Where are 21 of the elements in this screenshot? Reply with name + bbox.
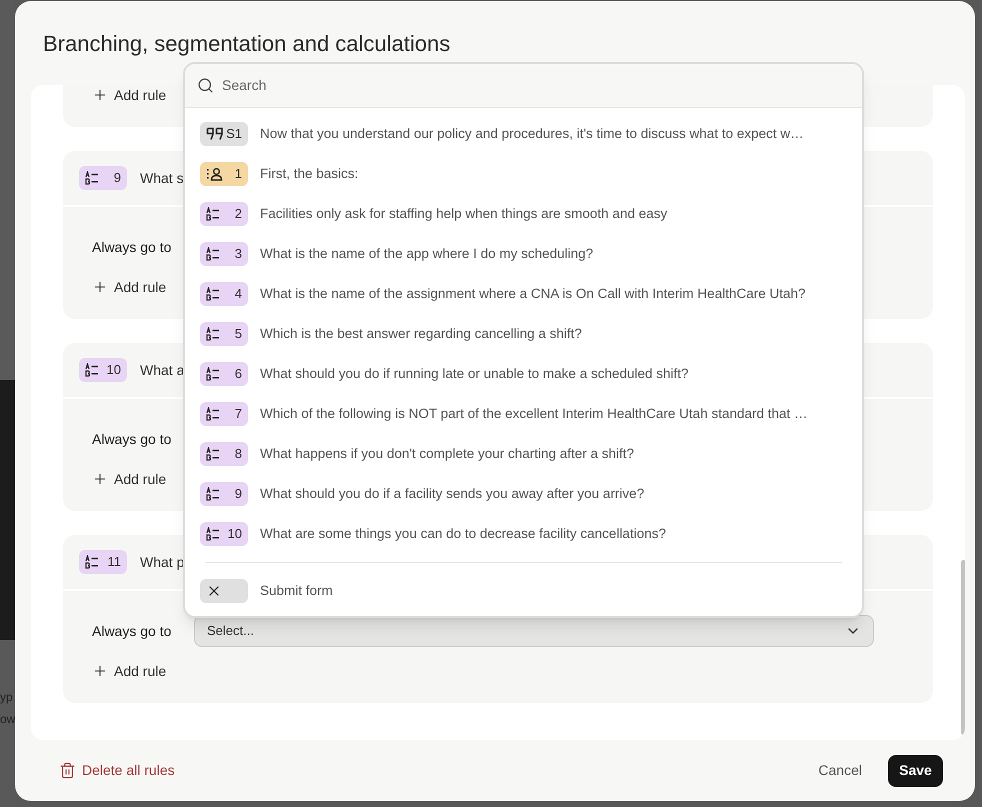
question-badge: 11 <box>79 550 127 574</box>
question-badge: 9 <box>79 166 127 190</box>
question-badge: 5 <box>200 322 248 346</box>
always-go-to-label: Always go to <box>92 430 172 449</box>
always-go-to-label: Always go to <box>92 238 172 257</box>
question-badge: 10 <box>200 522 248 546</box>
question-badge: 6 <box>200 362 248 386</box>
question-badge: 4 <box>200 282 248 306</box>
always-go-to-label: Always go to <box>92 622 172 641</box>
dialog-title: Branching, segmentation and calculations <box>43 30 450 58</box>
question-badge: 8 <box>200 442 248 466</box>
question-badge: 9 <box>200 482 248 506</box>
question-title: What s <box>140 168 184 188</box>
question-badge: 1 <box>200 162 248 186</box>
background-text: ow <box>0 711 15 728</box>
question-badge: 3 <box>200 242 248 266</box>
question-badge: S1 <box>200 122 248 146</box>
background-text: yp <box>0 689 14 706</box>
question-badge: 10 <box>79 358 127 382</box>
question-badge: 2 <box>200 202 248 226</box>
question-badge: 7 <box>200 402 248 426</box>
